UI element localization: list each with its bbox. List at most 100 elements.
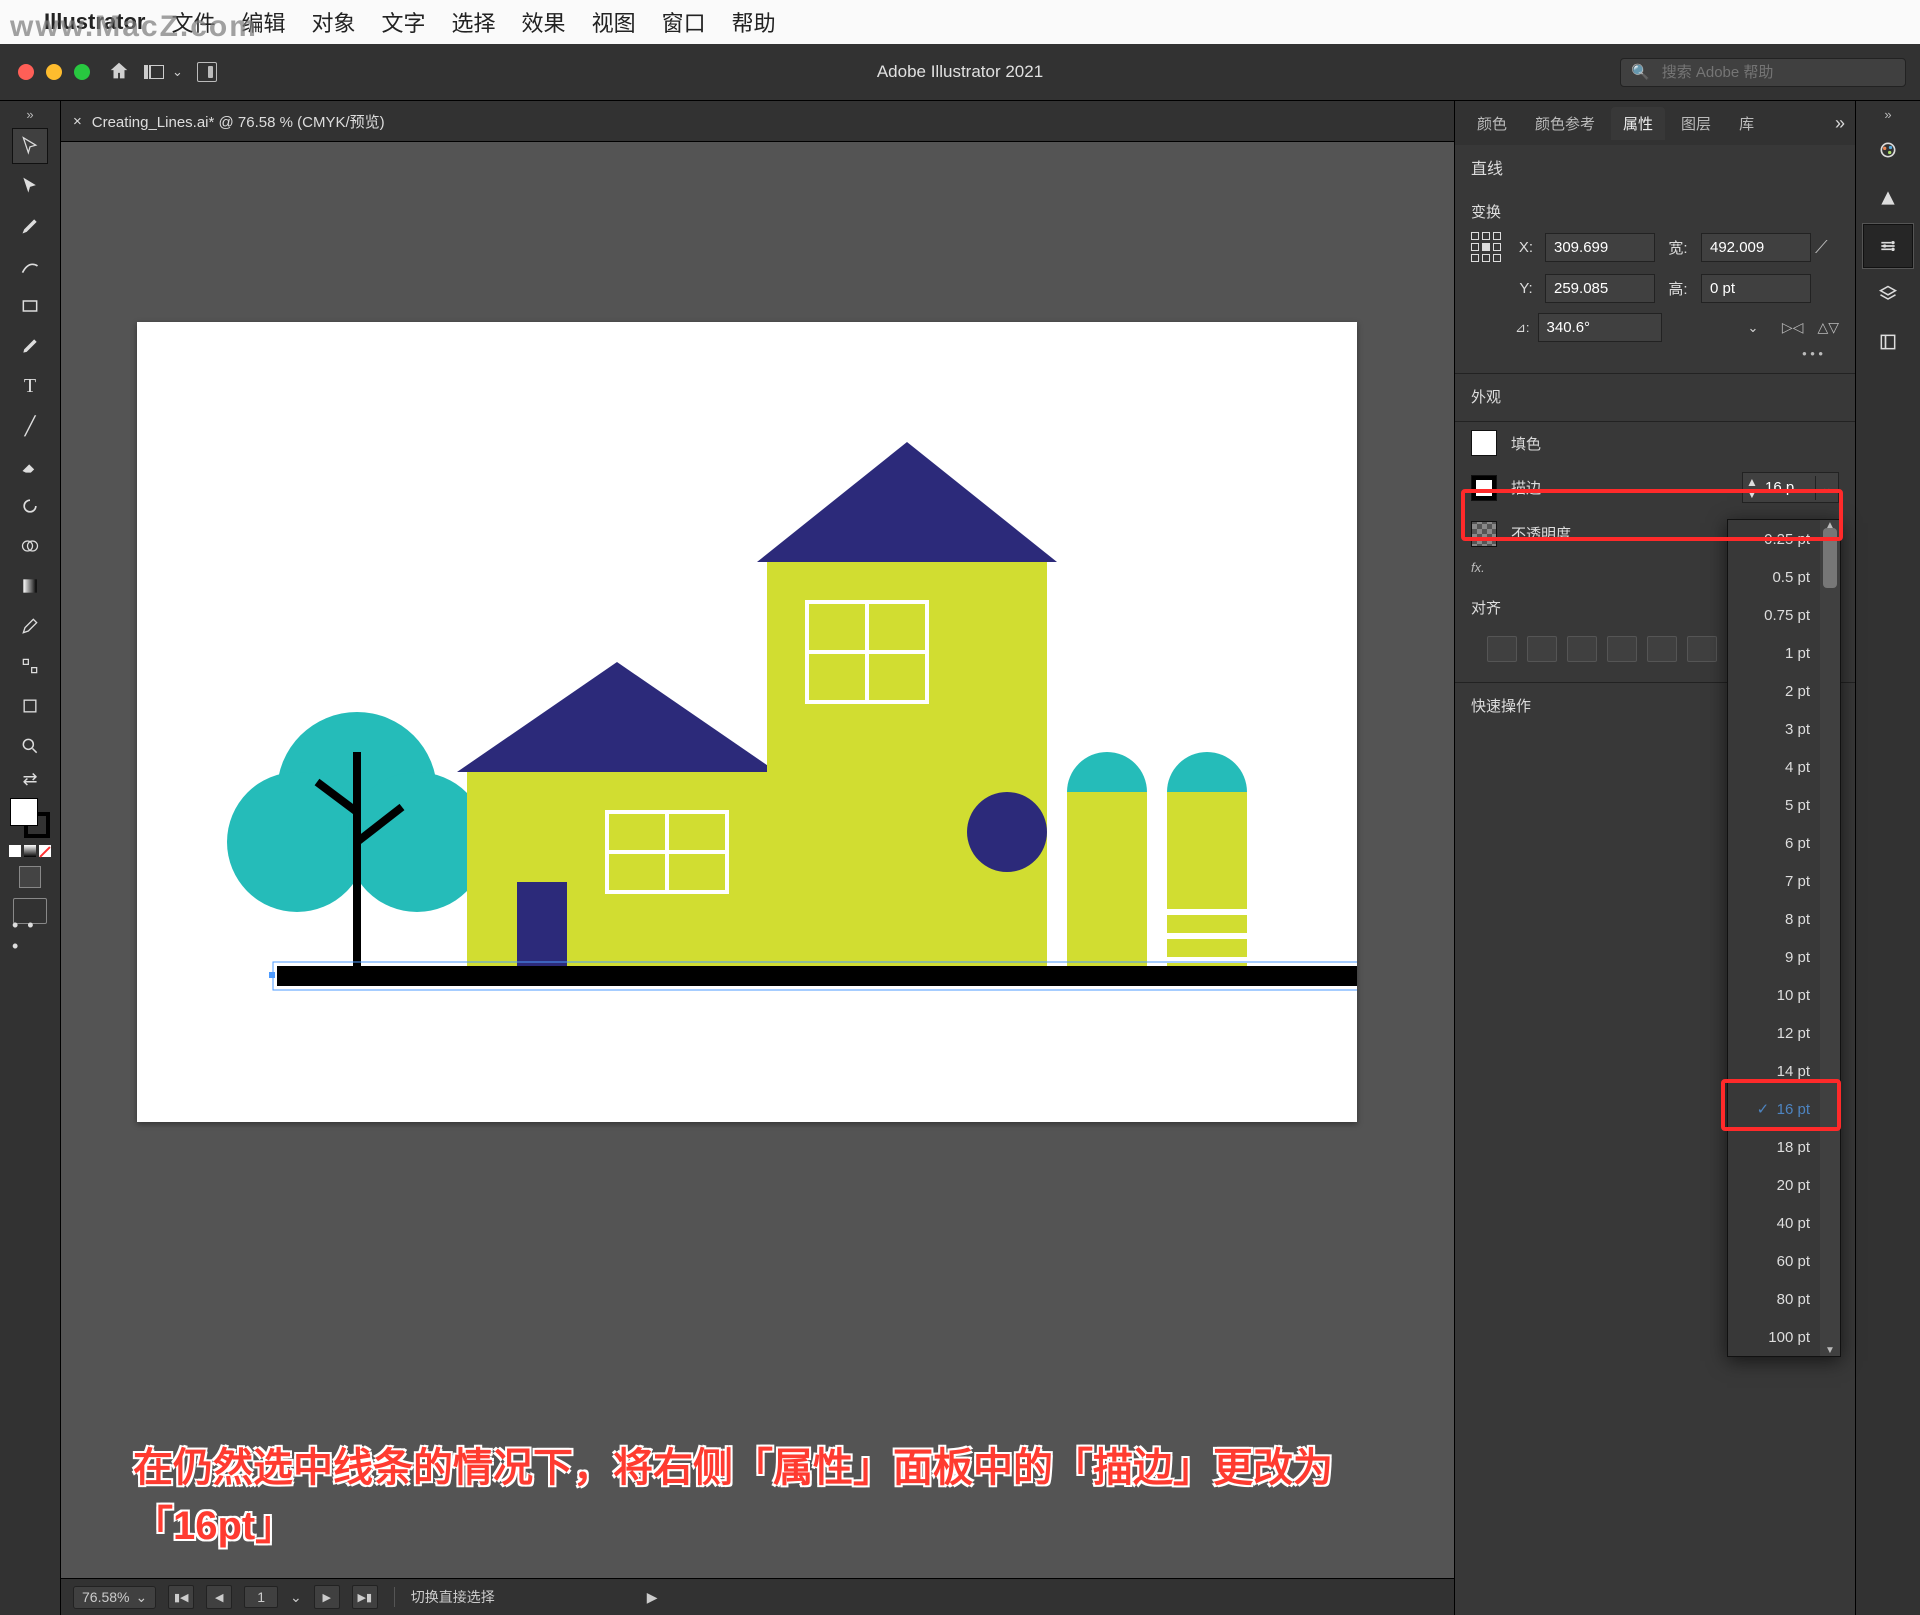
last-artboard[interactable]: ▶▮ (352, 1585, 378, 1609)
pen-tool[interactable] (12, 208, 48, 244)
tab-properties[interactable]: 属性 (1611, 107, 1665, 140)
stroke-option[interactable]: ✓80 pt (1728, 1280, 1820, 1318)
fullscreen-window[interactable] (74, 64, 90, 80)
draw-modes[interactable] (19, 866, 41, 888)
panel-layout-icon[interactable] (197, 62, 217, 82)
chevron-down-icon[interactable]: ⌄ (1748, 320, 1759, 336)
transform-more[interactable]: • • • (1471, 342, 1839, 361)
align-right[interactable] (1567, 636, 1597, 662)
tab-libraries[interactable]: 库 (1727, 107, 1766, 140)
stroke-option[interactable]: ✓3 pt (1728, 710, 1820, 748)
stroke-option[interactable]: ✓60 pt (1728, 1242, 1820, 1280)
dock-color-icon[interactable] (1863, 128, 1913, 172)
prev-artboard[interactable]: ◀ (206, 1585, 232, 1609)
dock-swatches-icon[interactable] (1863, 176, 1913, 220)
artboard-tool[interactable] (12, 688, 48, 724)
minimize-window[interactable] (46, 64, 62, 80)
stroke-option[interactable]: ✓12 pt (1728, 1014, 1820, 1052)
dock-libraries-icon[interactable] (1863, 320, 1913, 364)
panel-flyout[interactable]: » (1835, 113, 1845, 134)
type-tool[interactable]: T (12, 368, 48, 404)
flip-vertical-icon[interactable]: △▽ (1817, 319, 1839, 336)
dock-properties-icon[interactable] (1863, 224, 1913, 268)
stroke-option[interactable]: ✓0.75 pt (1728, 596, 1820, 634)
stroke-option[interactable]: ✓0.5 pt (1728, 558, 1820, 596)
eraser-tool[interactable] (12, 448, 48, 484)
fill-stroke-swatch[interactable] (10, 798, 50, 838)
menu-object[interactable]: 对象 (312, 6, 356, 38)
artboard-number[interactable]: 1 (244, 1586, 278, 1608)
stroke-option[interactable]: ✓100 pt (1728, 1318, 1820, 1356)
chevron-down-icon[interactable]: ⌄ (290, 1589, 302, 1606)
stroke-label[interactable]: 描边 (1511, 477, 1728, 498)
stroke-spin[interactable]: ▲▼ (1743, 476, 1761, 500)
home-icon[interactable] (108, 60, 130, 85)
fill-swatch[interactable] (10, 798, 38, 826)
stroke-weight-input[interactable] (1761, 473, 1815, 502)
rotate-input[interactable] (1545, 318, 1748, 337)
x-input[interactable] (1545, 233, 1655, 262)
menu-select[interactable]: 选择 (452, 6, 496, 38)
stroke-option[interactable]: ✓10 pt (1728, 976, 1820, 1014)
menu-window[interactable]: 窗口 (662, 6, 706, 38)
menu-view[interactable]: 视图 (592, 6, 636, 38)
shape-builder-tool[interactable] (12, 528, 48, 564)
help-search[interactable]: 🔍 (1620, 58, 1906, 87)
stroke-option[interactable]: ✓6 pt (1728, 824, 1820, 862)
menu-text[interactable]: 文字 (382, 6, 426, 38)
stroke-option[interactable]: ✓18 pt (1728, 1128, 1820, 1166)
dropdown-scrollbar[interactable]: ▲ ▼ (1820, 520, 1840, 1356)
paintbrush-tool[interactable] (12, 328, 48, 364)
stroke-option[interactable]: ✓8 pt (1728, 900, 1820, 938)
stroke-option[interactable]: ✓9 pt (1728, 938, 1820, 976)
edit-toolbar[interactable]: • • • (12, 926, 48, 946)
y-input[interactable] (1545, 274, 1655, 303)
fill-swatch[interactable] (1471, 430, 1497, 456)
stroke-weight-dropdown[interactable]: ⌄ (1815, 476, 1838, 500)
stroke-option[interactable]: ✓16 pt (1728, 1090, 1820, 1128)
reference-point-selector[interactable] (1471, 232, 1501, 262)
align-left[interactable] (1487, 636, 1517, 662)
gradient-tool[interactable] (12, 568, 48, 604)
flip-horizontal-icon[interactable]: ▷◁ (1782, 319, 1804, 336)
stroke-option[interactable]: ✓40 pt (1728, 1204, 1820, 1242)
stroke-weight-field[interactable]: ▲▼ ⌄ (1742, 472, 1839, 503)
eyedropper-tool[interactable] (12, 608, 48, 644)
dock-layers-icon[interactable] (1863, 272, 1913, 316)
draw-normal[interactable] (19, 866, 41, 888)
tab-color[interactable]: 颜色 (1465, 107, 1519, 140)
direct-selection-tool[interactable] (12, 168, 48, 204)
align-bottom[interactable] (1687, 636, 1717, 662)
stroke-option[interactable]: ✓1 pt (1728, 634, 1820, 672)
rotate-field[interactable]: ⌄ (1538, 313, 1662, 342)
rotate-tool[interactable] (12, 488, 48, 524)
document-tab[interactable]: Creating_Lines.ai* @ 76.58 % (CMYK/预览) (92, 111, 385, 132)
stroke-option[interactable]: ✓5 pt (1728, 786, 1820, 824)
scroll-thumb[interactable] (1823, 528, 1837, 588)
stroke-option[interactable]: ✓0.25 pt (1728, 520, 1820, 558)
stroke-option[interactable]: ✓20 pt (1728, 1166, 1820, 1204)
next-artboard[interactable]: ▶ (314, 1585, 340, 1609)
scale-tool[interactable] (12, 648, 48, 684)
width-input[interactable] (1701, 233, 1811, 262)
line-segment-tool[interactable]: ╱ (12, 408, 48, 444)
stroke-option[interactable]: ✓14 pt (1728, 1052, 1820, 1090)
stroke-option[interactable]: ✓7 pt (1728, 862, 1820, 900)
stroke-option[interactable]: ✓2 pt (1728, 672, 1820, 710)
help-search-input[interactable] (1660, 63, 1895, 82)
color-mode-swatches[interactable] (8, 844, 52, 858)
height-input[interactable] (1701, 274, 1811, 303)
artboard[interactable] (137, 322, 1357, 1122)
opacity-label[interactable]: 不透明度 (1511, 523, 1737, 544)
link-dimensions-icon[interactable]: ⟋ (1815, 237, 1851, 258)
zoom-select[interactable]: 76.58%⌄ (73, 1586, 156, 1609)
stroke-option[interactable]: ✓4 pt (1728, 748, 1820, 786)
stroke-swatch[interactable] (1471, 475, 1497, 501)
align-top[interactable] (1607, 636, 1637, 662)
zoom-tool[interactable] (12, 728, 48, 764)
toolbar-expand[interactable]: » (26, 107, 33, 122)
fill-label[interactable]: 填色 (1511, 433, 1839, 454)
opacity-swatch[interactable] (1471, 521, 1497, 547)
rectangle-tool[interactable] (12, 288, 48, 324)
arrange-documents-button[interactable]: ⌄ (144, 64, 183, 80)
